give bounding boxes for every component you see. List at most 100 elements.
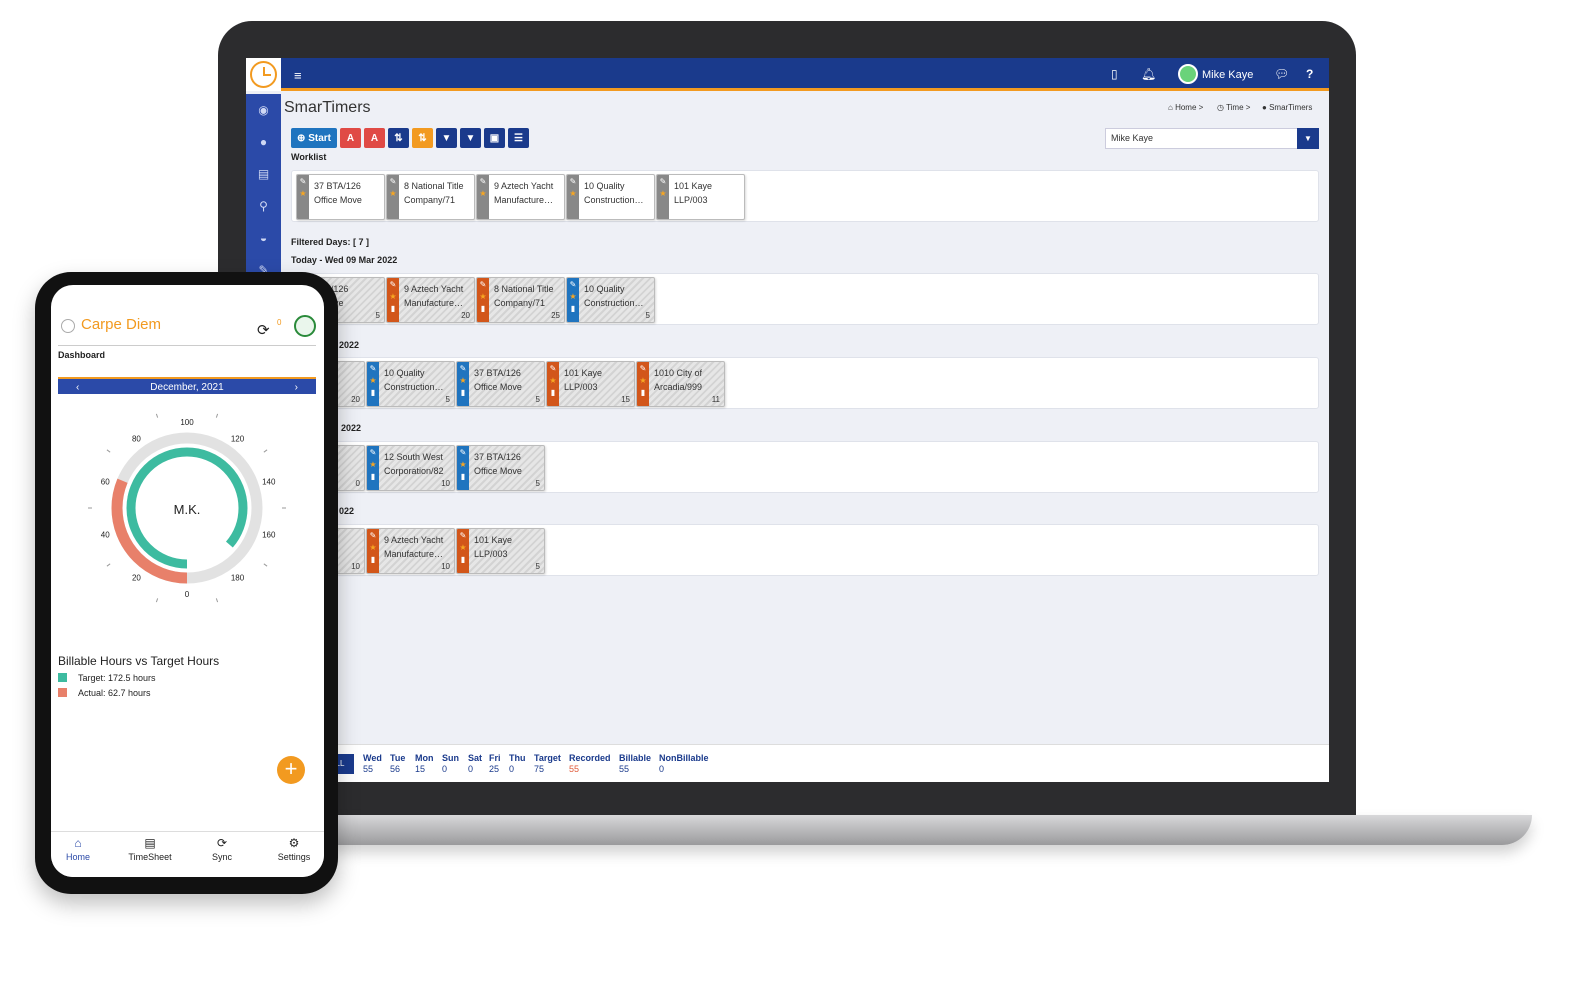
font-decrease-button[interactable]: A [364,128,385,148]
trash-icon[interactable]: ▮ [371,388,375,397]
trash-icon[interactable]: ▮ [551,388,555,397]
sync-icon[interactable]: ⟳ [257,321,270,339]
chevron-down-icon[interactable]: ▼ [1297,128,1319,149]
job-card[interactable]: ✎ ★ ▮ 10 Quality Construction… 5 [566,277,655,323]
trash-icon[interactable]: ▮ [391,304,395,313]
chat-icon[interactable]: 💬︎ [1274,67,1289,81]
user-icon[interactable]: ● [246,126,281,158]
edit-icon[interactable]: ✎ [370,531,377,540]
star-icon[interactable]: ★ [479,292,486,301]
job-card[interactable]: ✎ ★ ▮ 8 National Title Company/71 25 [476,277,565,323]
filter-button[interactable]: ▼ [436,128,457,148]
add-button[interactable]: + [277,756,305,784]
star-icon[interactable]: ★ [389,189,396,198]
edit-icon[interactable]: ✎ [390,280,397,289]
nav-timesheet[interactable]: ▤ TimeSheet [116,836,184,862]
star-icon[interactable]: ★ [369,543,376,552]
chevron-left-icon[interactable]: ‹ [76,379,79,396]
trash-icon[interactable]: ▮ [461,555,465,564]
trash-icon[interactable]: ▮ [371,555,375,564]
edit-icon[interactable]: ✎ [460,448,467,457]
day-label: 2022 [339,340,360,350]
job-card[interactable]: ✎ ★ ▮ 12 South West Corporation/82 10 [366,445,455,491]
star-icon[interactable]: ★ [549,376,556,385]
user-select[interactable]: Mike Kaye ▼ [1105,128,1319,149]
job-title-lines: 37 BTA/126 Office Move [474,450,544,478]
star-icon[interactable]: ★ [389,292,396,301]
laptop-base [200,815,1532,845]
star-icon[interactable]: ★ [299,189,306,198]
avatar[interactable] [294,315,316,337]
job-hours: 25 [551,311,560,320]
font-increase-button[interactable]: A [340,128,361,148]
trash-icon[interactable]: ▮ [641,388,645,397]
dashboard-icon[interactable]: ◉ [246,94,281,126]
edit-icon[interactable]: ✎ [460,364,467,373]
search-icon[interactable]: ⚲ [246,190,281,222]
sort-numeric-button[interactable]: ⇅ [388,128,409,148]
chevron-right-icon[interactable]: › [295,379,298,396]
job-card[interactable]: ✎ ★ ▮ 10 Quality Construction… 5 [366,361,455,407]
menu-icon[interactable]: ≡ [294,68,302,83]
job-card[interactable]: ✎ ★ ▮ 37 BTA/126 Office Move 5 [456,361,545,407]
user-name[interactable]: Mike Kaye [1202,69,1253,81]
job-card[interactable]: ✎ ★ 8 National Title Company/71 [386,174,475,220]
trash-icon[interactable]: ▮ [461,388,465,397]
job-card[interactable]: ✎ ★ 9 Aztech Yacht Manufacture… [476,174,565,220]
job-card[interactable]: ✎ ★ ▮ 9 Aztech Yacht Manufacture… 20 [386,277,475,323]
edit-icon[interactable]: ✎ [460,531,467,540]
edit-icon[interactable]: ✎ [300,177,307,186]
star-icon[interactable]: ★ [369,460,376,469]
job-card[interactable]: ✎ ★ ▮ 101 Kaye LLP/003 15 [546,361,635,407]
nav-sync[interactable]: ⟳ Sync [188,836,256,862]
gauge-icon[interactable]: ◒ [246,222,281,254]
nav-home[interactable]: ⌂ Home [51,836,112,862]
list-button[interactable]: ☰ [508,128,529,148]
job-subtitle: Construction… [384,382,444,392]
edit-icon[interactable]: ✎ [570,280,577,289]
breadcrumb-time[interactable]: ◷ Time > [1217,103,1250,112]
edit-icon[interactable]: ✎ [570,177,577,186]
star-icon[interactable]: ★ [569,292,576,301]
job-card[interactable]: ✎ ★ ▮ 101 Kaye LLP/003 5 [456,528,545,574]
job-card[interactable]: ✎ ★ 10 Quality Construction… [566,174,655,220]
clear-filter-button[interactable]: ▼ [460,128,481,148]
edit-icon[interactable]: ✎ [480,280,487,289]
star-icon[interactable]: ★ [479,189,486,198]
help-icon[interactable]: ? [1306,67,1313,81]
job-card[interactable]: ✎ ★ 37 BTA/126 Office Move [296,174,385,220]
star-icon[interactable]: ★ [369,376,376,385]
trash-icon[interactable]: ▮ [571,304,575,313]
edit-icon[interactable]: ✎ [550,364,557,373]
star-icon[interactable]: ★ [459,460,466,469]
document-icon[interactable]: ▤ [246,158,281,190]
edit-icon[interactable]: ✎ [370,364,377,373]
job-card[interactable]: ✎ ★ ▮ 37 BTA/126 Office Move 5 [456,445,545,491]
trash-icon[interactable]: ▮ [481,304,485,313]
star-icon[interactable]: ★ [659,189,666,198]
user-avatar[interactable] [1178,64,1198,84]
job-card[interactable]: ✎ ★ ▮ 9 Aztech Yacht Manufacture… 10 [366,528,455,574]
start-button[interactable]: ⊕ Start [291,128,337,148]
edit-icon[interactable]: ✎ [370,448,377,457]
job-card[interactable]: ✎ ★ ▮ 1010 City of Arcadia/999 11 [636,361,725,407]
trash-icon[interactable]: ▮ [371,472,375,481]
nav-settings[interactable]: ⚙ Settings [260,836,324,862]
mobile-icon[interactable]: ▯ [1111,67,1118,81]
bell-icon[interactable]: 🔔︎ [1141,67,1156,81]
sort-alpha-button[interactable]: ⇅ [412,128,433,148]
edit-icon[interactable]: ✎ [640,364,647,373]
trash-icon[interactable]: ▮ [461,472,465,481]
edit-icon[interactable]: ✎ [660,177,667,186]
briefcase-button[interactable]: ▣ [484,128,505,148]
edit-icon[interactable]: ✎ [390,177,397,186]
breadcrumb-home[interactable]: ⌂ Home > [1168,103,1203,112]
star-icon[interactable]: ★ [459,376,466,385]
edit-icon[interactable]: ✎ [480,177,487,186]
star-icon[interactable]: ★ [569,189,576,198]
logo[interactable] [246,58,281,91]
job-card[interactable]: ✎ ★ 101 Kaye LLP/003 [656,174,745,220]
gauge-tick [155,413,159,418]
star-icon[interactable]: ★ [459,543,466,552]
star-icon[interactable]: ★ [639,376,646,385]
